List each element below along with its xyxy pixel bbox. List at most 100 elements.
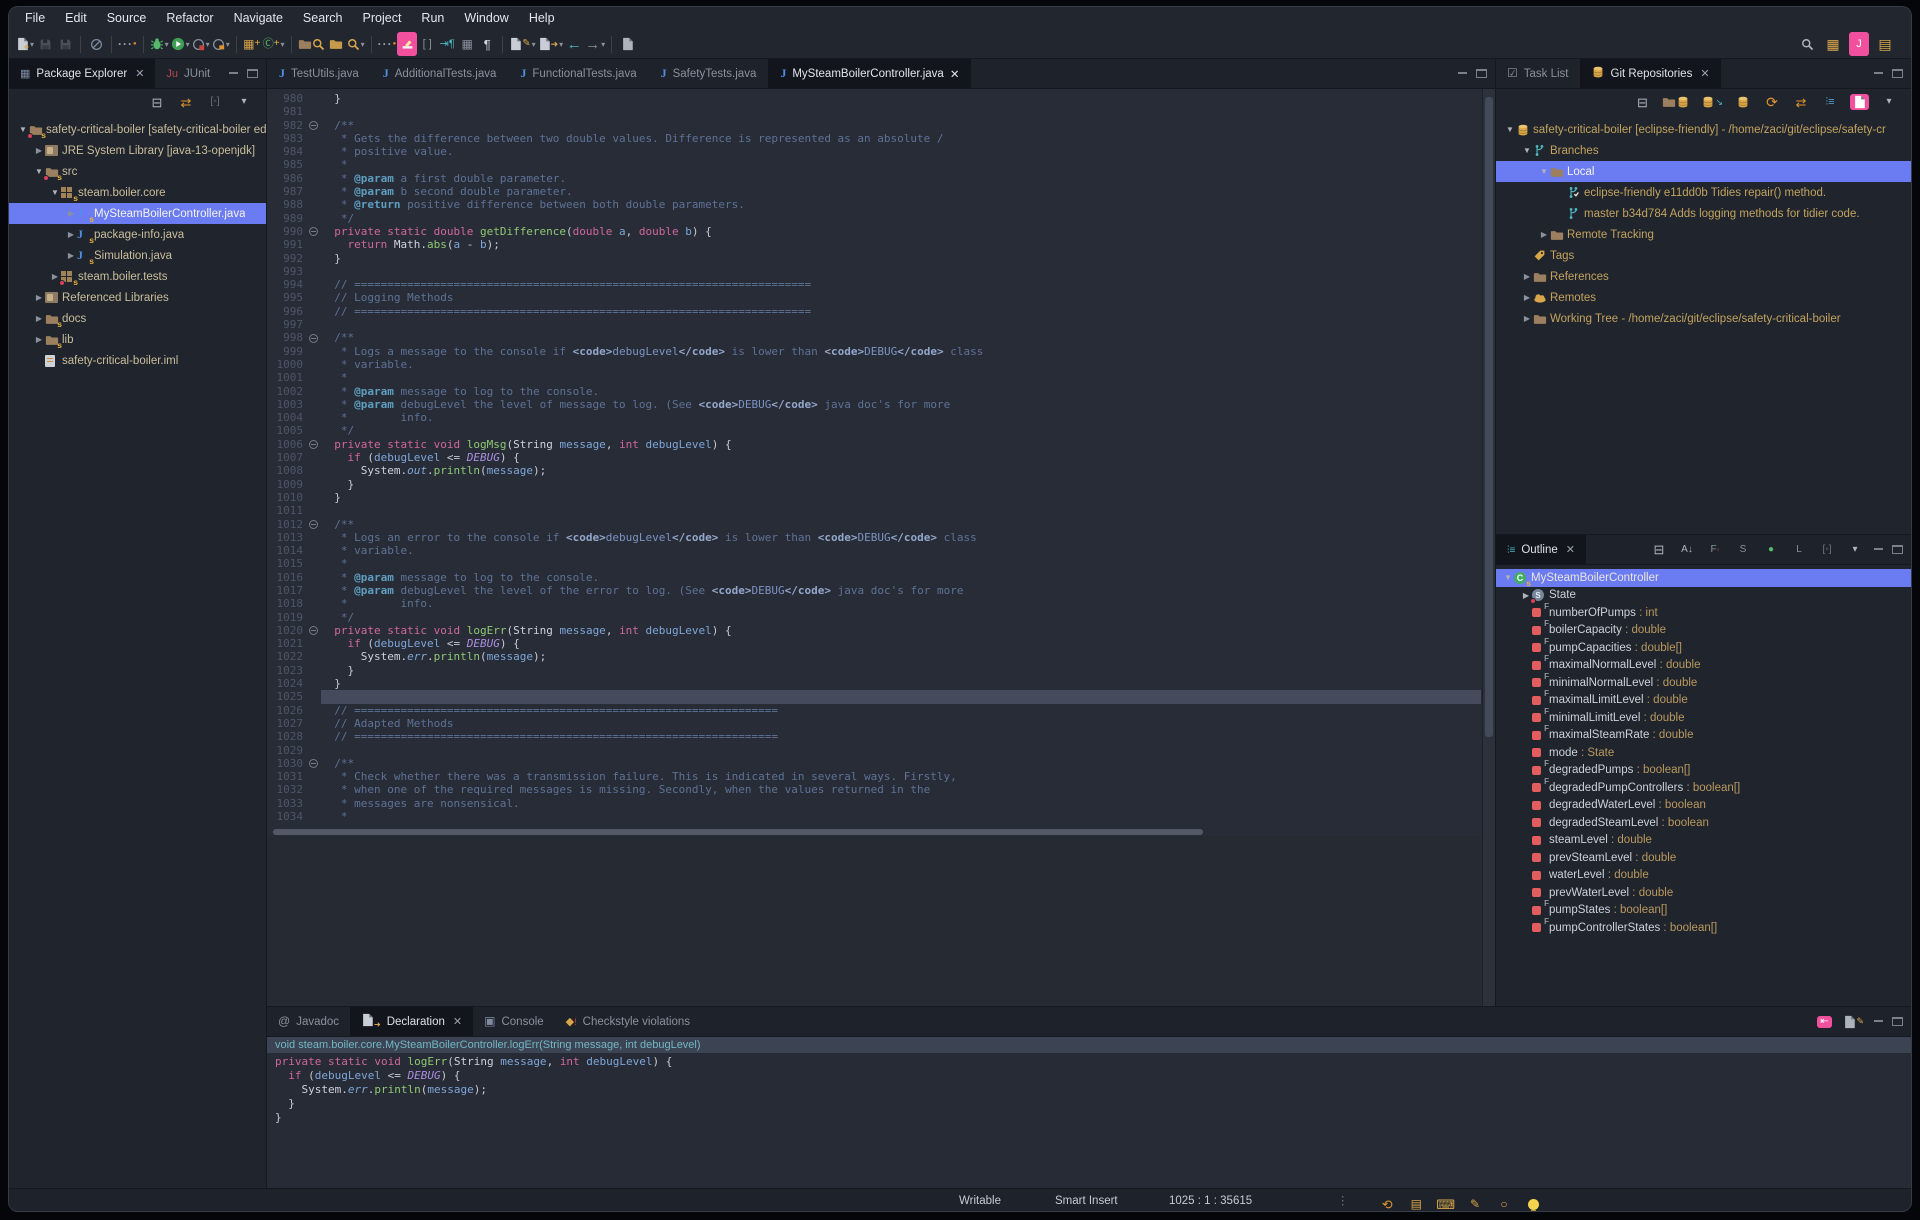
hide-non-public-button[interactable]: ● bbox=[1761, 538, 1781, 562]
code-line-998[interactable]: 998 /** bbox=[267, 331, 1481, 344]
code-line-1010[interactable]: 1010 } bbox=[267, 491, 1481, 504]
declaration-code[interactable]: private static void logErr(String messag… bbox=[267, 1053, 1911, 1125]
focus-button[interactable]: [◦] bbox=[205, 92, 225, 112]
code-line-1025[interactable]: 1025 bbox=[267, 690, 1481, 703]
outline-item-degradedpumps[interactable]: FdegradedPumps : boolean[] bbox=[1496, 762, 1911, 780]
tree-item-lib[interactable]: ▶slib bbox=[9, 329, 266, 350]
minimize-icon[interactable] bbox=[1457, 69, 1468, 78]
tree-item-safety-critical-boiler[interactable]: ▼safety-critical-boiler [eclipse-friendl… bbox=[1496, 119, 1911, 140]
tree-item-eclipse-friendly[interactable]: eclipse-friendly e11dd0b Tidies repair()… bbox=[1496, 182, 1911, 203]
code-line-1000[interactable]: 1000 * variable. bbox=[267, 358, 1481, 371]
run-button[interactable]: ▾ bbox=[170, 32, 191, 56]
new-wizard-button[interactable]: +▾ bbox=[15, 32, 35, 56]
code-line-997[interactable]: 997 bbox=[267, 318, 1481, 331]
menu-edit[interactable]: Edit bbox=[55, 7, 97, 30]
menu-window[interactable]: Window bbox=[454, 7, 518, 30]
menu-run[interactable]: Run bbox=[411, 7, 454, 30]
expand-arrow-icon[interactable]: ▶ bbox=[1521, 293, 1533, 302]
menu-source[interactable]: Source bbox=[97, 7, 157, 30]
code-line-1030[interactable]: 1030 /** bbox=[267, 757, 1481, 770]
code-line-990[interactable]: 990 private static double getDifference(… bbox=[267, 225, 1481, 238]
editor-presentation-button[interactable] bbox=[617, 32, 637, 56]
hide-static-button[interactable]: S bbox=[1733, 538, 1753, 562]
outline-item-mysteamboilercontroller[interactable]: ▼CsMySteamBoilerController bbox=[1496, 569, 1911, 587]
tree-item-local[interactable]: ▼Local bbox=[1496, 161, 1911, 182]
expand-arrow-icon[interactable]: ▶ bbox=[33, 335, 45, 344]
editor-overview-ruler[interactable] bbox=[1482, 89, 1495, 1006]
show-whitespace-button[interactable]: ⇥¶ bbox=[437, 32, 457, 56]
outline-item-mode[interactable]: mode : State bbox=[1496, 744, 1911, 762]
windows-icon[interactable]: ▤ bbox=[1406, 1192, 1426, 1212]
expand-arrow-icon[interactable]: ▼ bbox=[49, 188, 61, 197]
tab-git-repositories[interactable]: Git Repositories✕ bbox=[1580, 59, 1721, 88]
open-input-button[interactable]: ✎ bbox=[1842, 1010, 1865, 1034]
profile-button[interactable]: ▾ bbox=[211, 32, 231, 56]
outline-item-minimalnormallevel[interactable]: FminimalNormalLevel : double bbox=[1496, 674, 1911, 692]
outline-item-minimallimitlevel[interactable]: FminimalLimitLevel : double bbox=[1496, 709, 1911, 727]
code-line-1002[interactable]: 1002 * @param message to log to the cons… bbox=[267, 385, 1481, 398]
expand-arrow-icon[interactable]: ▼ bbox=[1504, 125, 1516, 134]
editor-tab-testutils-java[interactable]: JTestUtils.java bbox=[267, 59, 371, 88]
lightbulb-icon[interactable] bbox=[1523, 1192, 1543, 1212]
debug-button[interactable]: ▾ bbox=[149, 32, 170, 56]
back-button[interactable]: ← bbox=[564, 32, 584, 56]
java-perspective-button[interactable]: J bbox=[1849, 32, 1869, 56]
code-line-993[interactable]: 993 bbox=[267, 265, 1481, 278]
coverage-button[interactable]: ▾ bbox=[191, 32, 211, 56]
editor-tab-additionaltests-java[interactable]: JAdditionalTests.java bbox=[371, 59, 509, 88]
skip-all-breakpoints-button[interactable] bbox=[86, 32, 106, 56]
tree-item-package-info.java[interactable]: ▶Jspackage-info.java bbox=[9, 224, 266, 245]
outline-item-maximalsteamrate[interactable]: FmaximalSteamRate : double bbox=[1496, 727, 1911, 745]
create-repository-button[interactable] bbox=[1733, 92, 1753, 112]
new-java-project-button[interactable]: ▦+ bbox=[242, 32, 262, 56]
tree-item-steam.boiler.tests[interactable]: ▶ssteam.boiler.tests bbox=[9, 266, 266, 287]
code-editor[interactable]: 980 }981982 /**983 * Gets the difference… bbox=[267, 89, 1495, 1006]
code-line-1009[interactable]: 1009 } bbox=[267, 478, 1481, 491]
add-repository-button[interactable] bbox=[1661, 92, 1691, 112]
search-button[interactable]: ▾ bbox=[346, 32, 366, 56]
tree-item-jre[interactable]: ▶JRE System Library [java-13-openjdk] bbox=[9, 140, 266, 161]
outline-item-maximallimitlevel[interactable]: FmaximalLimitLevel : double bbox=[1496, 692, 1911, 710]
menu-search[interactable]: Search bbox=[293, 7, 353, 30]
code-line-996[interactable]: 996 // =================================… bbox=[267, 305, 1481, 318]
code-line-1005[interactable]: 1005 */ bbox=[267, 424, 1481, 437]
menu-project[interactable]: Project bbox=[353, 7, 412, 30]
code-line-988[interactable]: 988 * @return positive difference betwee… bbox=[267, 198, 1481, 211]
view-menu-button[interactable]: ▾ bbox=[1845, 538, 1865, 562]
tab-declaration[interactable]: ➜Declaration✕ bbox=[350, 1007, 473, 1036]
show-selected-element-button[interactable]: [ ] bbox=[417, 32, 437, 56]
expand-arrow-icon[interactable]: ▶ bbox=[65, 209, 77, 218]
code-line-987[interactable]: 987 * @param b second double parameter. bbox=[267, 185, 1481, 198]
code-line-1004[interactable]: 1004 * info. bbox=[267, 411, 1481, 424]
maximize-icon[interactable] bbox=[247, 69, 258, 78]
outline-item-prevwaterlevel[interactable]: prevWaterLevel : double bbox=[1496, 884, 1911, 902]
tab-junit[interactable]: JuJUnit bbox=[155, 59, 221, 88]
code-line-1019[interactable]: 1019 */ bbox=[267, 611, 1481, 624]
tree-item-mysteamboilercontroller.java[interactable]: ▶JsMySteamBoilerController.java bbox=[9, 203, 266, 224]
tree-item-simulation.java[interactable]: ▶JsSimulation.java bbox=[9, 245, 266, 266]
outline-item-numberofpumps[interactable]: FnumberOfPumps : int bbox=[1496, 604, 1911, 622]
code-line-1001[interactable]: 1001 * bbox=[267, 371, 1481, 384]
menu-navigate[interactable]: Navigate bbox=[224, 7, 293, 30]
tree-item-steam.boiler.core[interactable]: ▼ssteam.boiler.core bbox=[9, 182, 266, 203]
maximize-icon[interactable] bbox=[1476, 69, 1487, 78]
code-line-1014[interactable]: 1014 * variable. bbox=[267, 544, 1481, 557]
status-overflow-icon[interactable]: ⋮ bbox=[1337, 1189, 1349, 1212]
code-line-1026[interactable]: 1026 // ================================… bbox=[267, 704, 1481, 717]
code-line-1031[interactable]: 1031 * Check whether there was a transmi… bbox=[267, 770, 1481, 783]
outline-item-steamlevel[interactable]: steamLevel : double bbox=[1496, 832, 1911, 850]
tree-item-safety-critical-boiler[interactable]: ▼ssafety-critical-boiler [safety-critica… bbox=[9, 119, 266, 140]
tab-outline[interactable]: ⫶≡Outline✕ bbox=[1496, 535, 1586, 564]
code-line-1024[interactable]: 1024 } bbox=[267, 677, 1481, 690]
collapse-all-button[interactable]: ⊟ bbox=[1649, 538, 1669, 562]
close-tab-icon[interactable]: ✕ bbox=[135, 67, 144, 80]
code-line-1003[interactable]: 1003 * @param debugLevel the level of me… bbox=[267, 398, 1481, 411]
expand-arrow-icon[interactable]: ▶ bbox=[33, 314, 45, 323]
edit-icon[interactable]: ✎ bbox=[1465, 1192, 1485, 1212]
tree-item-docs[interactable]: ▶sdocs bbox=[9, 308, 266, 329]
code-line-1012[interactable]: 1012 /** bbox=[267, 518, 1481, 531]
code-line-1021[interactable]: 1021 if (debugLevel <= DEBUG) { bbox=[267, 637, 1481, 650]
code-line-1028[interactable]: 1028 // ================================… bbox=[267, 730, 1481, 743]
outline-item-degradedpumpcontrollers[interactable]: FdegradedPumpControllers : boolean[] bbox=[1496, 779, 1911, 797]
goto-annotation-button[interactable]: ➜▾ bbox=[537, 32, 565, 56]
